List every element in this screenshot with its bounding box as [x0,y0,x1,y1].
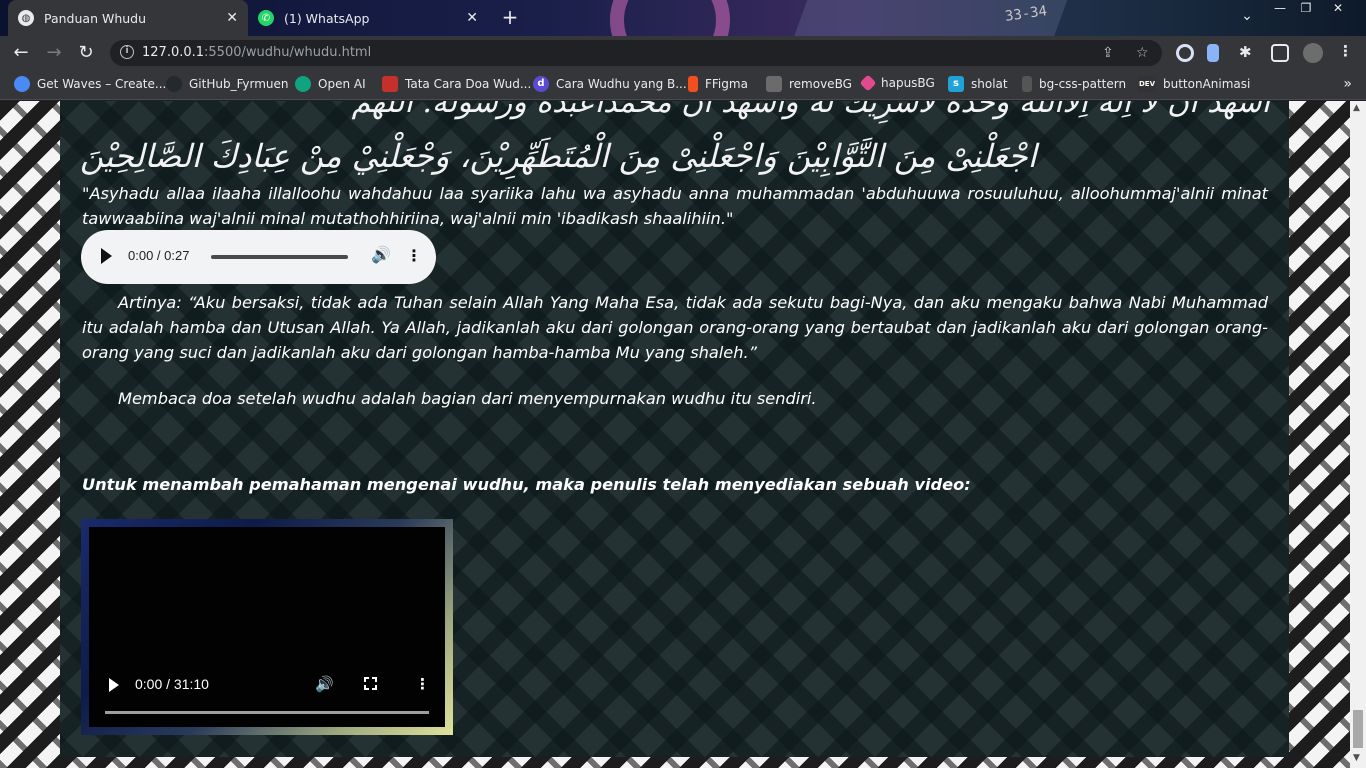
membaca-paragraph: Membaca doa setelah wudhu adalah bagian … [118,389,817,408]
audio-time: 0:00 / 0:27 [128,248,190,263]
tab-strip-background-art [610,0,730,36]
waves-icon [14,76,30,92]
reload-icon[interactable]: ↻ [74,41,98,65]
tab-whatsapp[interactable]: ✆ (1) WhatsApp ✕ [248,0,488,36]
bookmark-star-icon[interactable]: ☆ [1136,45,1149,61]
volume-icon[interactable]: 🔊 [315,675,334,693]
extension-icon[interactable] [1207,44,1219,62]
more-options-icon[interactable]: ⋮ [406,246,422,265]
bookmark-label: GitHub_Fyrmuen [189,77,289,91]
content-panel: اَشْهَدُ اَنْ لَا اِلَهَ اِلَّااللهُ وَح… [60,101,1289,757]
bookmark-label: Get Waves – Create... [37,77,167,91]
tab-search-icon[interactable]: ⌄ [1235,8,1259,26]
bookmark-label: FFigma [705,77,748,91]
fullscreen-icon[interactable] [363,676,378,691]
avatar[interactable] [1303,43,1323,63]
bookmark-item[interactable]: d Cara Wudhu yang B... [533,76,687,92]
bookmark-item[interactable]: removeBG [766,76,852,92]
bookmark-item[interactable]: bg-css-pattern [1022,76,1126,92]
url-host: 127.0.0.1 [142,45,205,60]
arabic-doa-line-1: اَشْهَدُ اَنْ لَا اِلَهَ اِلَّااللهُ وَح… [351,101,1270,120]
latin-transliteration: "Asyhadu allaa ilaaha illalloohu wahdahu… [82,184,1268,228]
menu-icon[interactable]: ⋮ [1338,42,1356,60]
bookmark-label: sholat [971,77,1008,91]
whatsapp-icon: ✆ [258,10,274,26]
bookmark-item[interactable]: Open AI [295,76,366,92]
hapusbg-icon [859,74,877,92]
bookmark-label: removeBG [789,77,852,91]
close-tab-icon[interactable]: ✕ [466,10,478,26]
more-bookmarks-icon[interactable]: » [1343,76,1352,92]
page-viewport: اَشْهَدُ اَنْ لَا اِلَهَ اِلَّااللهُ وَح… [0,101,1350,768]
restore-button[interactable]: ❐ [1294,0,1318,18]
bookmark-item[interactable]: Get Waves – Create... [14,76,166,92]
url-path: :5500/wudhu/whudu.html [204,45,372,60]
bookmark-label: bg-css-pattern [1039,77,1127,91]
video-heading: Untuk menambah pemahaman mengenai wudhu,… [82,475,971,494]
video-seek-bar[interactable] [105,711,429,714]
dev-icon: DEV [1138,76,1156,92]
bookmark-label: Cara Wudhu yang B... [556,77,687,91]
minimize-button[interactable]: — [1268,0,1292,18]
forward-icon[interactable]: → [42,41,66,65]
tab-strip: 33-34 ◍ Panduan Whudu ✕ ✆ (1) WhatsApp ✕… [0,0,1366,36]
openai-icon [295,76,311,92]
close-window-button[interactable]: ✕ [1326,0,1350,18]
bookmark-item[interactable]: FFigma [688,76,748,92]
github-icon [166,76,182,92]
video-frame: 0:00 / 31:10 🔊 ⋮ [81,519,453,735]
extension-icon[interactable] [1176,44,1194,62]
bookmark-item[interactable]: s sholat [948,76,1008,92]
browser-toolbar: ← → ↻ i 127.0.0.1:5500/wudhu/whudu.html … [0,36,1366,70]
share-icon[interactable]: ⇪ [1102,45,1114,61]
new-tab-button[interactable]: + [498,6,522,30]
tab-title: Panduan Whudu [44,10,147,26]
bookmark-item[interactable]: hapusBG [859,74,935,92]
video-time: 0:00 / 31:10 [135,676,209,692]
removebg-icon [766,76,782,92]
audio-seek-bar[interactable] [211,255,348,259]
bookmark-label: Tata Cara Doa Wud... [405,77,532,91]
tab-panduan-whudu[interactable]: ◍ Panduan Whudu ✕ [8,0,248,36]
artinya-paragraph: Artinya: “Aku bersaksi, tidak ada Tuhan … [82,293,1268,362]
site-icon [382,76,398,92]
figma-icon [688,76,698,92]
more-options-icon[interactable]: ⋮ [415,675,430,693]
url-text[interactable]: 127.0.0.1:5500/wudhu/whudu.html [142,45,371,60]
bookmark-item[interactable]: Tata Cara Doa Wud... [382,76,531,92]
scrollbar-thumb[interactable] [1353,710,1363,748]
scroll-down-icon[interactable]: ▼ [1353,753,1360,763]
bookmarks-bar: Get Waves – Create... GitHub_Fyrmuen Ope… [0,70,1366,100]
arabic-doa-line-2: اجْعَلْنِىْ مِنَ التَّوَّابِيْنَ وَاجْعَ… [80,137,1037,175]
bookmark-item[interactable]: DEV buttonAnimasi [1138,76,1250,92]
bookmark-label: Open AI [318,77,366,91]
globe-icon: ◍ [18,10,34,26]
tab-title: (1) WhatsApp [284,10,370,26]
scroll-up-icon[interactable]: ▲ [1353,103,1360,113]
volume-icon[interactable]: 🔊 [371,245,391,264]
play-icon[interactable] [101,248,112,264]
puzzle-icon[interactable]: ✱ [1239,43,1257,61]
play-icon[interactable] [109,678,119,692]
site-icon: s [948,76,964,92]
site-icon [1022,76,1032,92]
address-bar[interactable]: i 127.0.0.1:5500/wudhu/whudu.html ⇪ ☆ [110,40,1162,66]
audio-player: 0:00 / 0:27 🔊 ⋮ [81,230,436,284]
bookmark-label: hapusBG [881,76,935,90]
page-scrollbar[interactable]: ▲ ▼ [1350,101,1366,768]
site-info-icon[interactable]: i [120,45,134,59]
bookmark-item[interactable]: GitHub_Fyrmuen [166,76,289,92]
bookmark-label: buttonAnimasi [1163,77,1251,91]
video-player[interactable]: 0:00 / 31:10 🔊 ⋮ [89,527,445,727]
side-panel-icon[interactable] [1271,44,1289,62]
back-icon[interactable]: ← [9,41,33,65]
close-tab-icon[interactable]: ✕ [226,10,238,26]
site-icon: d [533,76,549,92]
